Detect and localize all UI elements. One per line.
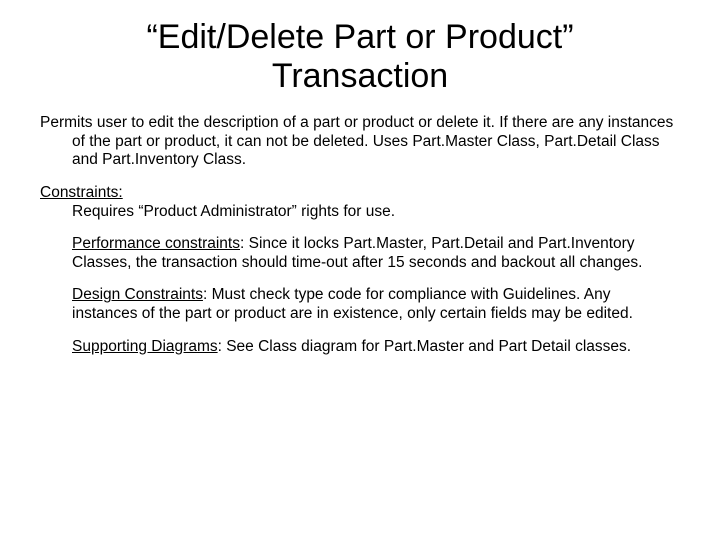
constraints-heading: Constraints: (40, 184, 123, 201)
performance-constraints: Performance constraints: Since it locks … (40, 235, 680, 272)
supporting-label: Supporting Diagrams (72, 338, 218, 355)
intro-paragraph: Permits user to edit the description of … (40, 114, 680, 170)
constraints-requires: Requires “Product Administrator” rights … (40, 203, 680, 222)
supporting-diagrams: Supporting Diagrams: See Class diagram f… (40, 338, 680, 357)
design-constraints: Design Constraints: Must check type code… (40, 286, 680, 323)
supporting-text: : See Class diagram for Part.Master and … (218, 338, 632, 355)
slide-body: Permits user to edit the description of … (40, 114, 680, 356)
constraints-block: Constraints: Requires “Product Administr… (40, 184, 680, 221)
design-label: Design Constraints (72, 286, 203, 303)
slide: “Edit/Delete Part or Product” Transactio… (0, 0, 720, 540)
performance-label: Performance constraints (72, 235, 240, 252)
constraints-heading-line: Constraints: (40, 184, 680, 203)
slide-title: “Edit/Delete Part or Product” Transactio… (80, 18, 640, 96)
